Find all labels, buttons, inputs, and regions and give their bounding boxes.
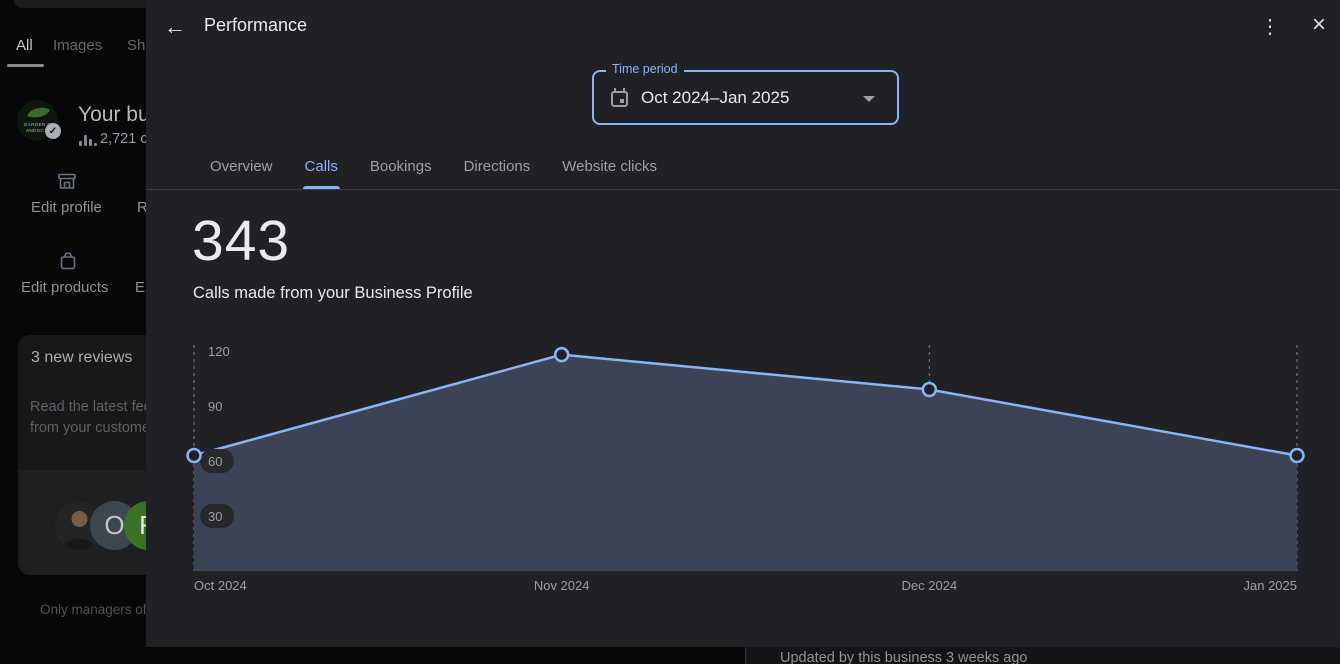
data-point[interactable] xyxy=(555,348,568,361)
verified-badge-icon: ✓ xyxy=(45,123,61,139)
sidebar-tab-all[interactable]: All xyxy=(16,37,33,54)
ytick-label: 90 xyxy=(208,399,222,414)
sidebar-tab-images[interactable]: Images xyxy=(53,37,102,54)
more-options-icon[interactable]: ⋮ xyxy=(1256,12,1284,40)
calls-total: 343 xyxy=(192,208,290,274)
tab-website-clicks[interactable]: Website clicks xyxy=(562,144,657,189)
tab-directions[interactable]: Directions xyxy=(464,144,531,189)
svg-text:ANDSC: ANDSC xyxy=(26,128,44,133)
calls-chart-container: 30 60 90 120 Oct 2024 Nov 2024 Dec 2024 Jan 202… xyxy=(146,340,1340,600)
reviews-card-body-line1: Read the latest fee xyxy=(30,399,152,415)
close-icon[interactable]: × xyxy=(1304,10,1334,40)
metric-tabs: Overview Calls Bookings Directions Websi… xyxy=(146,144,1340,190)
updated-info-card: Updated by this business 3 weeks ago xyxy=(745,647,1340,664)
active-tab-underline xyxy=(7,64,44,67)
updated-text: Updated by this business 3 weeks ago xyxy=(780,650,1027,664)
edit-services-button-truncated[interactable]: E xyxy=(135,279,145,296)
reviews-card-title: 3 new reviews xyxy=(31,349,132,367)
edit-profile-button[interactable]: Edit profile xyxy=(31,199,102,216)
shopping-bag-icon xyxy=(57,250,79,272)
ytick-label: 120 xyxy=(208,344,230,359)
reviewers-strip: O R xyxy=(18,470,160,575)
back-icon[interactable]: ← xyxy=(160,12,190,42)
calls-chart[interactable]: 30 60 90 120 Oct 2024 Nov 2024 Dec 2024 Jan 202… xyxy=(146,340,1340,600)
time-period-select[interactable]: Oct 2024–Jan 2025 xyxy=(592,70,899,125)
caret-down-icon xyxy=(863,96,875,102)
search-card-remnant xyxy=(14,0,146,8)
tab-calls[interactable]: Calls xyxy=(305,144,338,189)
ytick-label: 30 xyxy=(208,509,222,524)
data-point[interactable] xyxy=(1291,449,1304,462)
time-period-value: Oct 2024–Jan 2025 xyxy=(641,88,789,108)
edit-products-button[interactable]: Edit products xyxy=(21,279,109,296)
calls-description: Calls made from your Business Profile xyxy=(193,284,473,303)
new-reviews-card[interactable]: 3 new reviews Read the latest fee from y… xyxy=(18,335,160,575)
bar-chart-icon xyxy=(79,134,97,146)
tab-overview[interactable]: Overview xyxy=(210,144,273,189)
xtick-label: Dec 2024 xyxy=(902,578,958,593)
tab-bookings[interactable]: Bookings xyxy=(370,144,432,189)
xtick-label: Jan 2025 xyxy=(1244,578,1298,593)
storefront-icon xyxy=(56,170,78,192)
performance-panel: ← Performance ⋮ × Oct 2024–Jan 2025 Time… xyxy=(146,0,1340,647)
panel-title: Performance xyxy=(204,15,307,36)
ytick-label: 60 xyxy=(208,454,222,469)
calendar-icon xyxy=(611,91,628,107)
data-point[interactable] xyxy=(923,383,936,396)
data-point[interactable] xyxy=(188,449,201,462)
xtick-label: Nov 2024 xyxy=(534,578,590,593)
area-fill xyxy=(194,355,1297,571)
xtick-label: Oct 2024 xyxy=(194,578,247,593)
time-period-label: Time period xyxy=(606,62,684,76)
reviews-card-body-line2: from your custome xyxy=(30,420,150,436)
